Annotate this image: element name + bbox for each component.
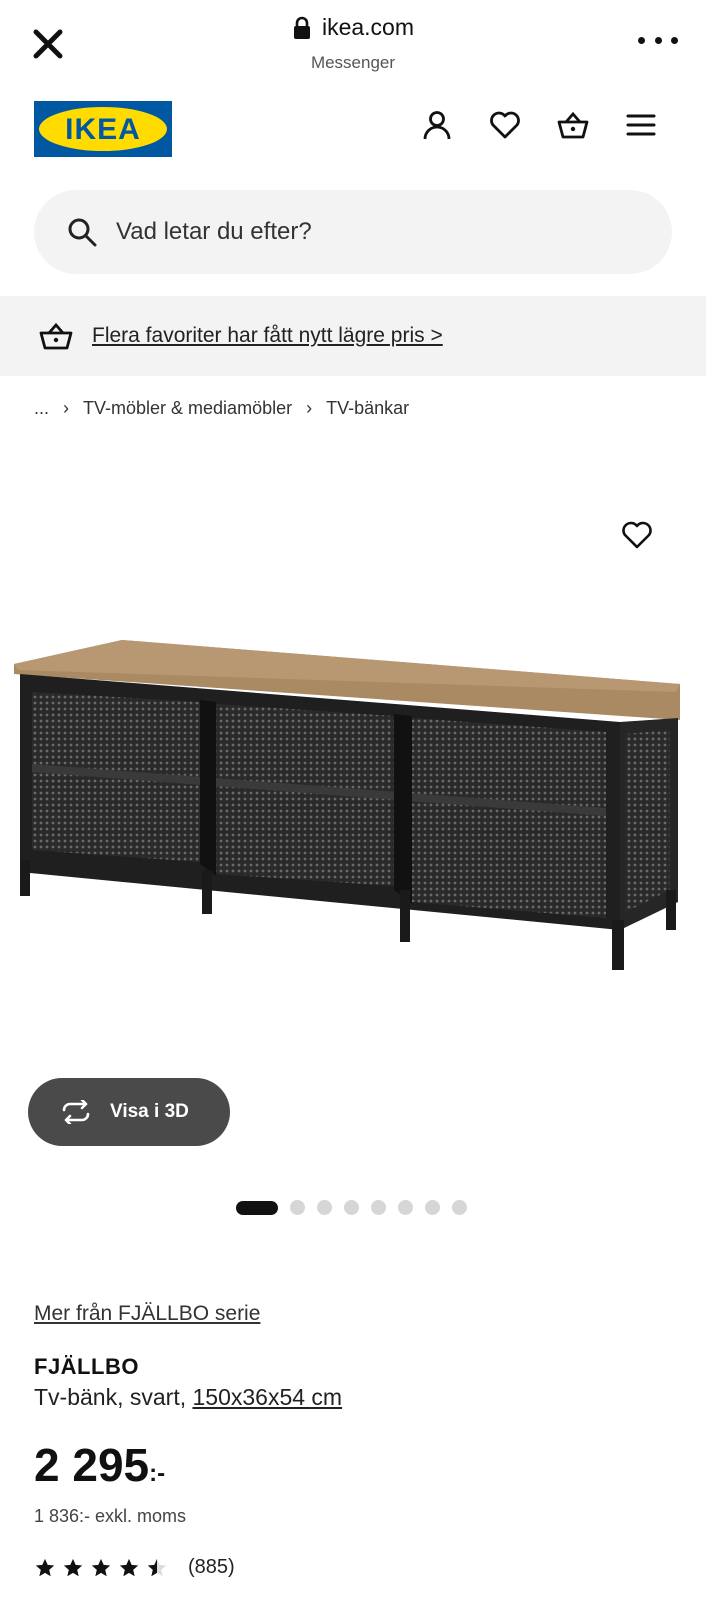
promo-link[interactable]: Flera favoriter har fått nytt lägre pris… xyxy=(92,324,443,348)
carousel-indicator xyxy=(236,1200,467,1215)
price-suffix: :- xyxy=(149,1460,166,1487)
url-display: ikea.com Messenger xyxy=(0,14,706,73)
lock-icon xyxy=(293,16,310,39)
ikea-logo[interactable]: IKEA xyxy=(34,101,172,157)
search-icon xyxy=(68,218,97,247)
half-star-icon xyxy=(147,1558,167,1576)
heart-icon[interactable] xyxy=(488,108,522,142)
product-rating[interactable]: (885) xyxy=(34,1556,235,1579)
price-value: 2 295 xyxy=(34,1439,150,1491)
add-to-favorites-icon[interactable] xyxy=(620,518,654,552)
menu-icon[interactable] xyxy=(624,108,658,142)
user-icon[interactable] xyxy=(420,108,454,142)
breadcrumb: ... › TV-möbler & mediamöbler › TV-bänka… xyxy=(34,398,409,419)
search-bar[interactable] xyxy=(34,190,672,274)
breadcrumb-item[interactable]: ... xyxy=(34,398,49,419)
chevron-right-icon: › xyxy=(306,398,313,418)
product-name: FJÄLLBO xyxy=(34,1354,139,1379)
star-icon xyxy=(63,1558,83,1576)
product-type: Tv-bänk, svart, xyxy=(34,1384,193,1410)
browser-subtitle: Messenger xyxy=(310,52,396,72)
product-description: Tv-bänk, svart, 150x36x54 cm xyxy=(34,1384,342,1411)
carousel-dot[interactable] xyxy=(344,1200,359,1215)
url-domain: ikea.com xyxy=(321,14,415,40)
carousel-dot[interactable] xyxy=(317,1200,332,1215)
product-price: 2 295 :- xyxy=(34,1440,165,1490)
header-icons xyxy=(420,108,658,142)
logo-text: IKEA xyxy=(65,113,141,146)
price-excl-vat: 1 836:- exkl. moms xyxy=(34,1506,187,1526)
carousel-dot[interactable] xyxy=(425,1200,440,1215)
star-rating xyxy=(34,1557,168,1579)
cart-icon[interactable] xyxy=(556,108,590,142)
chevron-right-icon: › xyxy=(63,398,70,418)
carousel-dot[interactable] xyxy=(452,1200,467,1215)
star-icon xyxy=(119,1558,139,1576)
series-link[interactable]: Mer från FJÄLLBO serie xyxy=(34,1302,260,1326)
breadcrumb-item[interactable]: TV-bänkar xyxy=(326,398,409,419)
carousel-dot[interactable] xyxy=(398,1200,413,1215)
product-image[interactable] xyxy=(14,640,694,1000)
promo-banner[interactable]: Flera favoriter har fått nytt lägre pris… xyxy=(0,296,706,376)
rotate-3d-icon xyxy=(62,1100,90,1124)
cart-icon xyxy=(39,322,73,350)
view-in-3d-label: Visa i 3D xyxy=(110,1101,189,1122)
more-options-icon[interactable] xyxy=(638,30,678,50)
carousel-dot[interactable] xyxy=(290,1200,305,1215)
carousel-dot[interactable] xyxy=(371,1200,386,1215)
star-icon xyxy=(91,1558,111,1576)
search-input[interactable] xyxy=(116,218,596,246)
review-count[interactable]: (885) xyxy=(188,1556,235,1579)
carousel-dot[interactable] xyxy=(236,1200,278,1215)
view-in-3d-button[interactable]: Visa i 3D xyxy=(28,1078,230,1146)
breadcrumb-item[interactable]: TV-möbler & mediamöbler xyxy=(83,398,292,419)
site-header: IKEA xyxy=(0,96,706,166)
dimensions-link[interactable]: 150x36x54 cm xyxy=(192,1384,342,1410)
browser-bar: ikea.com Messenger xyxy=(0,0,706,86)
star-icon xyxy=(35,1558,55,1576)
